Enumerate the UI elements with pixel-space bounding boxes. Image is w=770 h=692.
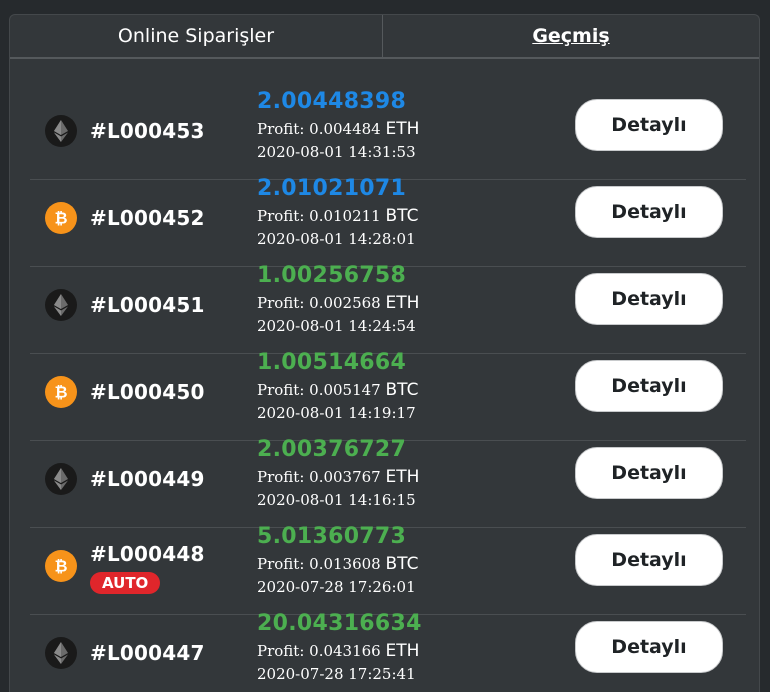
order-id: #L000452 <box>90 206 205 230</box>
svg-text:₿: ₿ <box>54 209 67 228</box>
order-amount: 1.00514664 <box>257 350 407 375</box>
order-profit: Profit: 0.005147 BTC <box>257 380 418 400</box>
detail-button[interactable]: Detaylı <box>575 621 723 673</box>
order-profit: Profit: 0.013608 BTC <box>257 554 418 574</box>
order-row: #L000449 2.00376727 Profit: 0.003767 ETH 20… <box>30 437 746 528</box>
order-amount: 1.00256758 <box>257 263 407 288</box>
eth-icon <box>45 115 77 147</box>
order-profit: Profit: 0.002568 ETH <box>257 293 419 313</box>
auto-badge: AUTO <box>90 572 161 594</box>
order-row: ₿ #L000450 1.00514664 Profit: 0.005147 BTC 2… <box>30 350 746 441</box>
profit-value: Profit: 0.004484 <box>257 120 381 138</box>
order-id: #L000449 <box>90 467 205 491</box>
profit-currency: ETH <box>385 293 420 313</box>
order-amount: 2.00376727 <box>257 437 407 462</box>
order-amount: 20.04316634 <box>257 611 422 636</box>
svg-text:₿: ₿ <box>54 557 67 576</box>
profit-value: Profit: 0.005147 <box>257 381 381 399</box>
btc-icon: ₿ <box>45 376 77 408</box>
order-date: 2020-08-01 14:24:54 <box>257 317 416 335</box>
order-profit: Profit: 0.010211 BTC <box>257 206 418 226</box>
order-date: 2020-08-01 14:31:53 <box>257 143 416 161</box>
order-row: #L000453 2.00448398 Profit: 0.004484 ETH 20… <box>30 89 746 180</box>
order-row: ₿ #L000448 AUTO 5.01360773 Profit: 0.013608 … <box>30 524 746 615</box>
svg-text:₿: ₿ <box>54 383 67 402</box>
tab-history[interactable]: Geçmiş <box>383 15 759 57</box>
tab-online-orders[interactable]: Online Siparişler <box>10 15 383 57</box>
order-profit: Profit: 0.043166 ETH <box>257 641 419 661</box>
profit-currency: BTC <box>385 554 419 574</box>
profit-currency: BTC <box>385 380 419 400</box>
orders-panel: Online Siparişler Geçmiş #L000453 2.00448… <box>9 14 760 692</box>
order-amount: 2.00448398 <box>257 89 407 114</box>
order-id: #L000447 <box>90 641 205 665</box>
order-profit: Profit: 0.004484 ETH <box>257 119 419 139</box>
detail-button[interactable]: Detaylı <box>575 534 723 586</box>
order-id: #L000453 <box>90 119 205 143</box>
order-date: 2020-08-01 14:16:15 <box>257 491 416 509</box>
order-id: #L000450 <box>90 380 205 404</box>
detail-button[interactable]: Detaylı <box>575 360 723 412</box>
order-date: 2020-08-01 14:19:17 <box>257 404 416 422</box>
eth-icon <box>45 289 77 321</box>
order-profit: Profit: 0.003767 ETH <box>257 467 419 487</box>
detail-button[interactable]: Detaylı <box>575 99 723 151</box>
profit-currency: BTC <box>385 206 419 226</box>
order-id: #L000448 <box>90 542 205 566</box>
detail-button[interactable]: Detaylı <box>575 186 723 238</box>
eth-icon <box>45 463 77 495</box>
profit-value: Profit: 0.043166 <box>257 642 381 660</box>
profit-currency: ETH <box>385 641 420 661</box>
tab-bar: Online Siparişler Geçmiş <box>10 15 759 59</box>
order-list: #L000453 2.00448398 Profit: 0.004484 ETH 20… <box>30 89 746 692</box>
order-row: #L000447 20.04316634 Profit: 0.043166 ETH 2… <box>30 611 746 692</box>
order-row: #L000451 1.00256758 Profit: 0.002568 ETH 20… <box>30 263 746 354</box>
order-date: 2020-07-28 17:26:01 <box>257 578 416 596</box>
detail-button[interactable]: Detaylı <box>575 447 723 499</box>
order-date: 2020-08-01 14:28:01 <box>257 230 416 248</box>
profit-currency: ETH <box>385 119 420 139</box>
profit-currency: ETH <box>385 467 420 487</box>
order-date: 2020-07-28 17:25:41 <box>257 665 416 683</box>
btc-icon: ₿ <box>45 550 77 582</box>
eth-icon <box>45 637 77 669</box>
order-row: ₿ #L000452 2.01021071 Profit: 0.010211 BTC 2… <box>30 176 746 267</box>
profit-value: Profit: 0.010211 <box>257 207 381 225</box>
btc-icon: ₿ <box>45 202 77 234</box>
order-amount: 2.01021071 <box>257 176 407 201</box>
order-id: #L000451 <box>90 293 205 317</box>
order-amount: 5.01360773 <box>257 524 407 549</box>
profit-value: Profit: 0.003767 <box>257 468 381 486</box>
detail-button[interactable]: Detaylı <box>575 273 723 325</box>
profit-value: Profit: 0.002568 <box>257 294 381 312</box>
profit-value: Profit: 0.013608 <box>257 555 381 573</box>
